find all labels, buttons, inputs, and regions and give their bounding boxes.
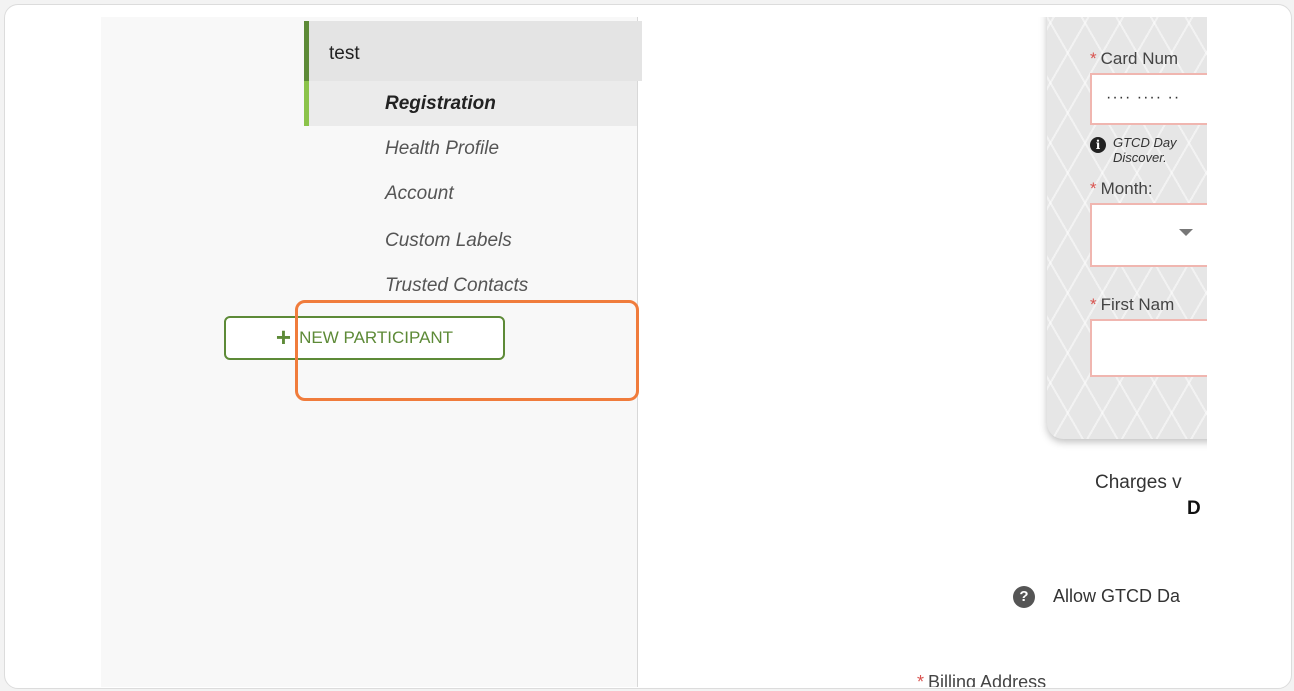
first-name-label-text: First Nam xyxy=(1100,295,1175,314)
required-marker: * xyxy=(917,672,925,687)
charges-amount: D xyxy=(1187,498,1201,519)
sidebar-item-health-profile[interactable]: Health Profile xyxy=(304,126,637,171)
card-note-line2: Discover. xyxy=(1113,150,1167,165)
month-select[interactable] xyxy=(1090,203,1207,267)
sidebar-item-registration[interactable]: Registration xyxy=(304,81,637,126)
card-number-value: ···· ···· ·· xyxy=(1106,89,1181,106)
new-participant-button[interactable]: + NEW PARTICIPANT xyxy=(224,316,505,360)
charges-text: Charges v xyxy=(1095,472,1182,493)
allow-text: Allow GTCD Da xyxy=(1053,586,1181,606)
card-note: GTCD Day Discover. xyxy=(1113,135,1177,165)
info-circle-icon: i xyxy=(1090,137,1106,153)
card-number-label-text: Card Num xyxy=(1100,49,1179,68)
month-label: * Month: xyxy=(1090,179,1153,199)
billing-address-label: * Billing Address xyxy=(917,672,1046,687)
required-marker: * xyxy=(1090,49,1097,68)
first-name-label: * First Nam xyxy=(1090,295,1174,315)
new-participant-label: NEW PARTICIPANT xyxy=(299,328,454,347)
card-number-input[interactable]: ···· ···· ·· xyxy=(1090,73,1207,125)
caret-down-icon xyxy=(1179,229,1193,236)
month-label-text: Month: xyxy=(1100,179,1153,198)
required-marker: * xyxy=(1090,295,1097,314)
sidebar-item-trusted-contacts[interactable]: Trusted Contacts xyxy=(304,263,637,308)
participant-header[interactable]: test xyxy=(304,21,642,81)
payment-card-panel: * Card Num ···· ···· ·· i GTCD Day Discov… xyxy=(1047,17,1207,439)
sidebar-item-account[interactable]: Account xyxy=(304,171,637,216)
question-circle-icon[interactable]: ? xyxy=(1013,586,1035,608)
participant-name: test xyxy=(329,43,360,64)
card-note-line1: GTCD Day xyxy=(1113,135,1177,150)
sidebar-item-custom-labels[interactable]: Custom Labels xyxy=(304,218,637,263)
first-name-input[interactable] xyxy=(1090,319,1207,377)
required-marker: * xyxy=(1090,179,1097,198)
card-number-label: * Card Num xyxy=(1090,49,1178,69)
screenshot-frame: test Registration Health Profile Account… xyxy=(4,4,1292,689)
plus-icon: + xyxy=(275,321,292,352)
billing-address-label-text: Billing Address xyxy=(928,672,1047,687)
